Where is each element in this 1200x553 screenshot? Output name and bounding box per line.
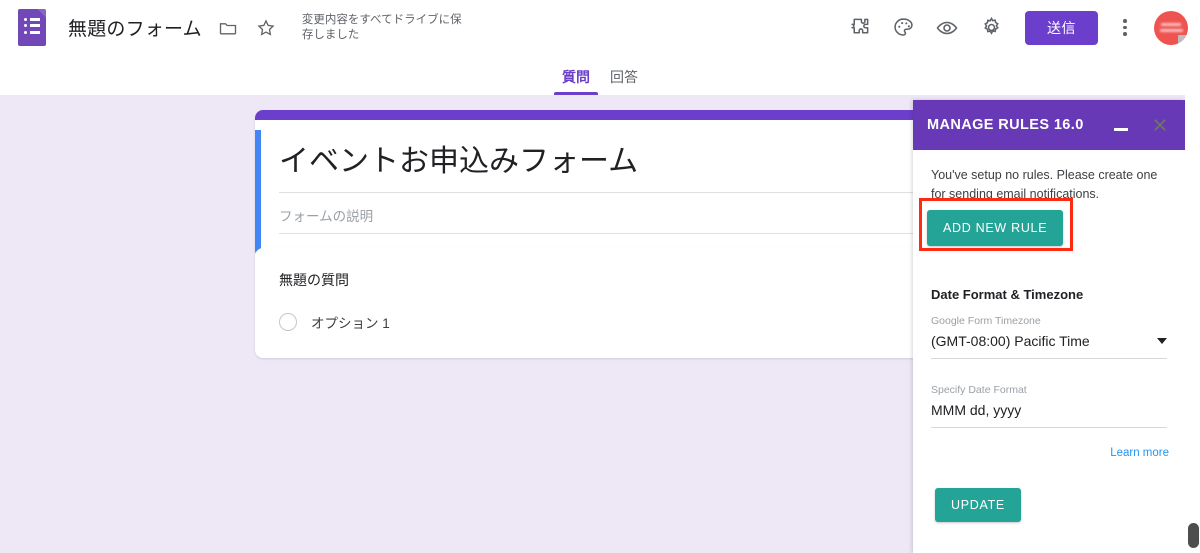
- timezone-label: Google Form Timezone: [931, 315, 1041, 327]
- radio-button-icon[interactable]: [279, 313, 297, 331]
- timezone-value: (GMT-08:00) Pacific Time: [931, 333, 1090, 349]
- top-bar: 無題のフォーム 変更内容をすべてドライブに保存しました 送信: [0, 0, 1200, 56]
- puzzle-piece-icon[interactable]: [839, 8, 879, 48]
- form-description-input[interactable]: フォームの説明: [279, 193, 921, 234]
- manage-rules-panel: MANAGE RULES 16.0 You've setup no rules.…: [913, 100, 1185, 553]
- avatar[interactable]: [1154, 10, 1188, 45]
- form-tabs: 質問 回答: [0, 56, 1200, 95]
- star-icon[interactable]: [254, 16, 278, 40]
- panel-title: MANAGE RULES 16.0: [927, 117, 1084, 133]
- scrollbar-thumb[interactable]: [1188, 523, 1199, 548]
- no-rules-message: You've setup no rules. Please create one…: [931, 168, 1158, 201]
- timezone-field[interactable]: Google Form Timezone (GMT-08:00) Pacific…: [931, 315, 1167, 359]
- card-top-stripe: [255, 110, 945, 120]
- folder-icon[interactable]: [216, 16, 240, 40]
- chevron-down-icon[interactable]: [1157, 338, 1167, 344]
- card-left-accent: [255, 130, 261, 258]
- gear-icon[interactable]: [971, 8, 1011, 48]
- update-button[interactable]: UPDATE: [935, 488, 1021, 522]
- question-title[interactable]: 無題の質問: [279, 270, 921, 290]
- question-card[interactable]: 無題の質問 オプション 1: [255, 248, 945, 358]
- save-status: 変更内容をすべてドライブに保存しました: [301, 13, 462, 41]
- page-scrollbar[interactable]: [1185, 95, 1200, 553]
- tab-questions[interactable]: 質問: [552, 67, 600, 95]
- form-title[interactable]: イベントお申込みフォーム: [279, 142, 921, 193]
- question-option[interactable]: オプション 1: [279, 312, 921, 332]
- tab-responses[interactable]: 回答: [600, 67, 648, 95]
- learn-more-link[interactable]: Learn more: [1110, 447, 1169, 459]
- timezone-select[interactable]: (GMT-08:00) Pacific Time: [931, 333, 1167, 359]
- date-format-field[interactable]: Specify Date Format MMM dd, yyyy: [931, 384, 1167, 428]
- close-icon[interactable]: [1149, 114, 1171, 136]
- palette-icon[interactable]: [883, 8, 923, 48]
- panel-body: You've setup no rules. Please create one…: [913, 150, 1185, 246]
- minimize-icon[interactable]: [1109, 120, 1133, 131]
- add-new-rule-button[interactable]: ADD NEW RULE: [927, 210, 1064, 246]
- date-format-label: Specify Date Format: [931, 384, 1027, 396]
- app-root: 無題のフォーム 変更内容をすべてドライブに保存しました 送信 質問 回答 イベン…: [0, 0, 1200, 553]
- kebab-menu-icon[interactable]: [1106, 9, 1144, 47]
- option-label[interactable]: オプション 1: [311, 312, 390, 332]
- send-button[interactable]: 送信: [1025, 10, 1098, 45]
- document-title[interactable]: 無題のフォーム: [68, 14, 202, 41]
- top-bar-actions: 送信: [835, 8, 1200, 48]
- panel-header: MANAGE RULES 16.0: [913, 100, 1185, 150]
- eye-icon[interactable]: [927, 8, 967, 48]
- form-header-card[interactable]: イベントお申込みフォーム フォームの説明: [255, 110, 945, 258]
- google-forms-icon[interactable]: [18, 8, 48, 47]
- date-format-section-title: Date Format & Timezone: [931, 287, 1084, 302]
- date-format-input[interactable]: MMM dd, yyyy: [931, 402, 1167, 428]
